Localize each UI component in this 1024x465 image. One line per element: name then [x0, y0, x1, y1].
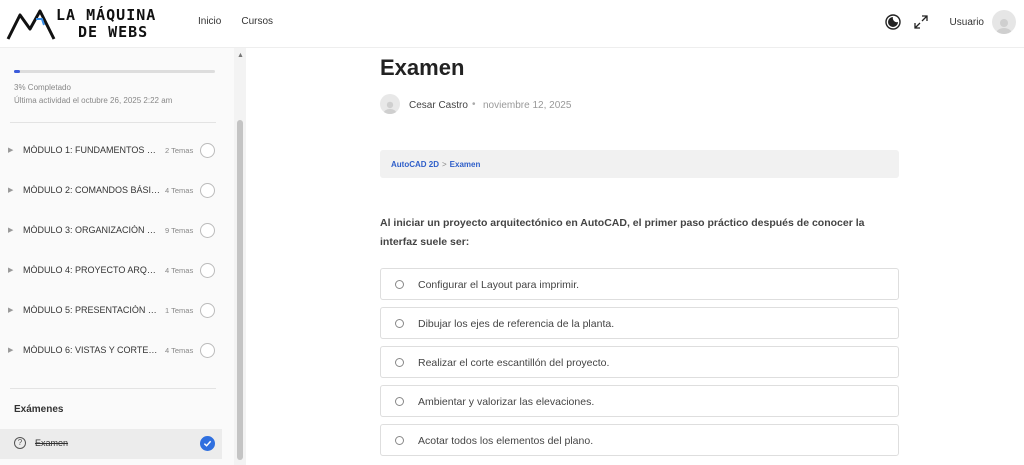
course-sidebar: 3% Completado Última actividad el octubr…: [0, 48, 234, 465]
scroll-up-icon[interactable]: ▲: [237, 52, 244, 59]
check-icon: [200, 436, 215, 451]
module-item-1[interactable]: ▶ MÓDULO 1: FUNDAMENTOS E I... 2 Temas: [0, 140, 222, 160]
nav-cursos[interactable]: Cursos: [241, 16, 273, 27]
module-item-6[interactable]: ▶ MÓDULO 6: VISTAS Y CORTES D... 4 Temas: [0, 340, 222, 360]
answer-text: Acotar todos los elementos del plano.: [418, 435, 594, 447]
exam-item[interactable]: ? Examen: [0, 429, 222, 459]
breadcrumb: AutoCAD 2D > Examen: [380, 150, 899, 178]
answer-option-5[interactable]: Acotar todos los elementos del plano.: [380, 424, 899, 456]
breadcrumb-separator: >: [442, 160, 447, 169]
module-count: 2 Temas: [165, 145, 194, 155]
status-circle-icon: [200, 302, 215, 318]
logo-line1: LA MÁQUINA: [56, 6, 157, 24]
radio-icon[interactable]: [395, 436, 404, 445]
module-title: MÓDULO 2: COMANDOS BÁSIC...: [23, 185, 161, 195]
answer-text: Ambientar y valorizar las elevaciones.: [418, 396, 595, 408]
answer-text: Configurar el Layout para imprimir.: [418, 279, 580, 291]
module-title: MÓDULO 5: PRESENTACIÓN Y ...: [23, 305, 161, 315]
avatar-icon[interactable]: [992, 10, 1016, 34]
progress-bar: [14, 70, 215, 73]
chevron-right-icon: ▶: [8, 187, 14, 194]
last-activity-label: Última actividad el octubre 26, 2025 2:2…: [14, 96, 173, 105]
main-nav: Inicio Cursos: [198, 16, 273, 27]
module-title: MÓDULO 1: FUNDAMENTOS E I...: [23, 145, 161, 155]
module-count: 4 Temas: [165, 185, 194, 195]
author-avatar-icon: [380, 94, 400, 114]
radio-icon[interactable]: [395, 358, 404, 367]
post-date: noviembre 12, 2025: [483, 100, 572, 111]
status-circle-icon: [200, 182, 215, 198]
exam-item-label: Examen: [35, 438, 69, 448]
chevron-right-icon: ▶: [8, 147, 14, 154]
status-circle-icon: [200, 342, 215, 358]
radio-icon[interactable]: [395, 397, 404, 406]
status-circle-icon: [200, 262, 215, 278]
exams-heading: Exámenes: [14, 404, 64, 415]
top-header: LA MÁQUINA DE WEBS Inicio Cursos Usuario: [0, 0, 1024, 48]
question-text: Al iniciar un proyecto arquitectónico en…: [380, 217, 865, 248]
nav-inicio[interactable]: Inicio: [198, 16, 221, 27]
radio-icon[interactable]: [395, 319, 404, 328]
logo-mountain-icon: [6, 9, 56, 40]
module-count: 4 Temas: [165, 345, 194, 355]
answer-option-3[interactable]: Realizar el corte escantillón del proyec…: [380, 346, 899, 378]
divider: [10, 122, 216, 123]
module-title: MÓDULO 4: PROYECTO ARQUIT...: [23, 265, 161, 275]
answer-text: Realizar el corte escantillón del proyec…: [418, 357, 610, 369]
site-logo[interactable]: LA MÁQUINA DE WEBS: [6, 4, 166, 44]
divider: [10, 388, 216, 389]
page-title: Examen: [380, 55, 465, 80]
status-circle-icon: [200, 142, 215, 158]
answer-text: Dibujar los ejes de referencia de la pla…: [418, 318, 615, 330]
question-mark-icon: ?: [14, 437, 26, 449]
progress-label: 3% Completado: [14, 83, 71, 92]
user-label[interactable]: Usuario: [950, 17, 984, 28]
sidebar-scrollbar[interactable]: ▲: [234, 48, 246, 465]
author-name[interactable]: Cesar Castro: [409, 100, 468, 111]
expand-icon[interactable]: [912, 13, 930, 31]
radio-icon[interactable]: [395, 280, 404, 289]
module-item-3[interactable]: ▶ MÓDULO 3: ORGANIZACIÓN Y ... 9 Temas: [0, 220, 222, 240]
scroll-thumb[interactable]: [237, 120, 243, 460]
module-count: 4 Temas: [165, 265, 194, 275]
answer-option-1[interactable]: Configurar el Layout para imprimir.: [380, 268, 899, 300]
module-count: 1 Temas: [165, 305, 194, 315]
module-item-4[interactable]: ▶ MÓDULO 4: PROYECTO ARQUIT... 4 Temas: [0, 260, 222, 280]
module-title: MÓDULO 6: VISTAS Y CORTES D...: [23, 345, 161, 355]
progress-fill: [14, 70, 21, 73]
module-count: 9 Temas: [165, 225, 194, 235]
logo-line2: DE WEBS: [78, 23, 149, 41]
module-title: MÓDULO 3: ORGANIZACIÓN Y ...: [23, 225, 161, 235]
answer-option-2[interactable]: Dibujar los ejes de referencia de la pla…: [380, 307, 899, 339]
breadcrumb-course-link[interactable]: AutoCAD 2D: [391, 160, 439, 169]
moon-icon[interactable]: [884, 13, 902, 31]
header-actions: Usuario: [874, 10, 1016, 34]
chevron-right-icon: ▶: [8, 307, 14, 314]
module-item-2[interactable]: ▶ MÓDULO 2: COMANDOS BÁSIC... 4 Temas: [0, 180, 222, 200]
status-circle-icon: [200, 222, 215, 238]
chevron-right-icon: ▶: [8, 347, 14, 354]
chevron-right-icon: ▶: [8, 267, 14, 274]
answer-option-4[interactable]: Ambientar y valorizar las elevaciones.: [380, 385, 899, 417]
chevron-right-icon: ▶: [8, 227, 14, 234]
meta-separator: •: [472, 99, 476, 110]
breadcrumb-current[interactable]: Examen: [450, 160, 481, 169]
module-item-5[interactable]: ▶ MÓDULO 5: PRESENTACIÓN Y ... 1 Temas: [0, 300, 222, 320]
